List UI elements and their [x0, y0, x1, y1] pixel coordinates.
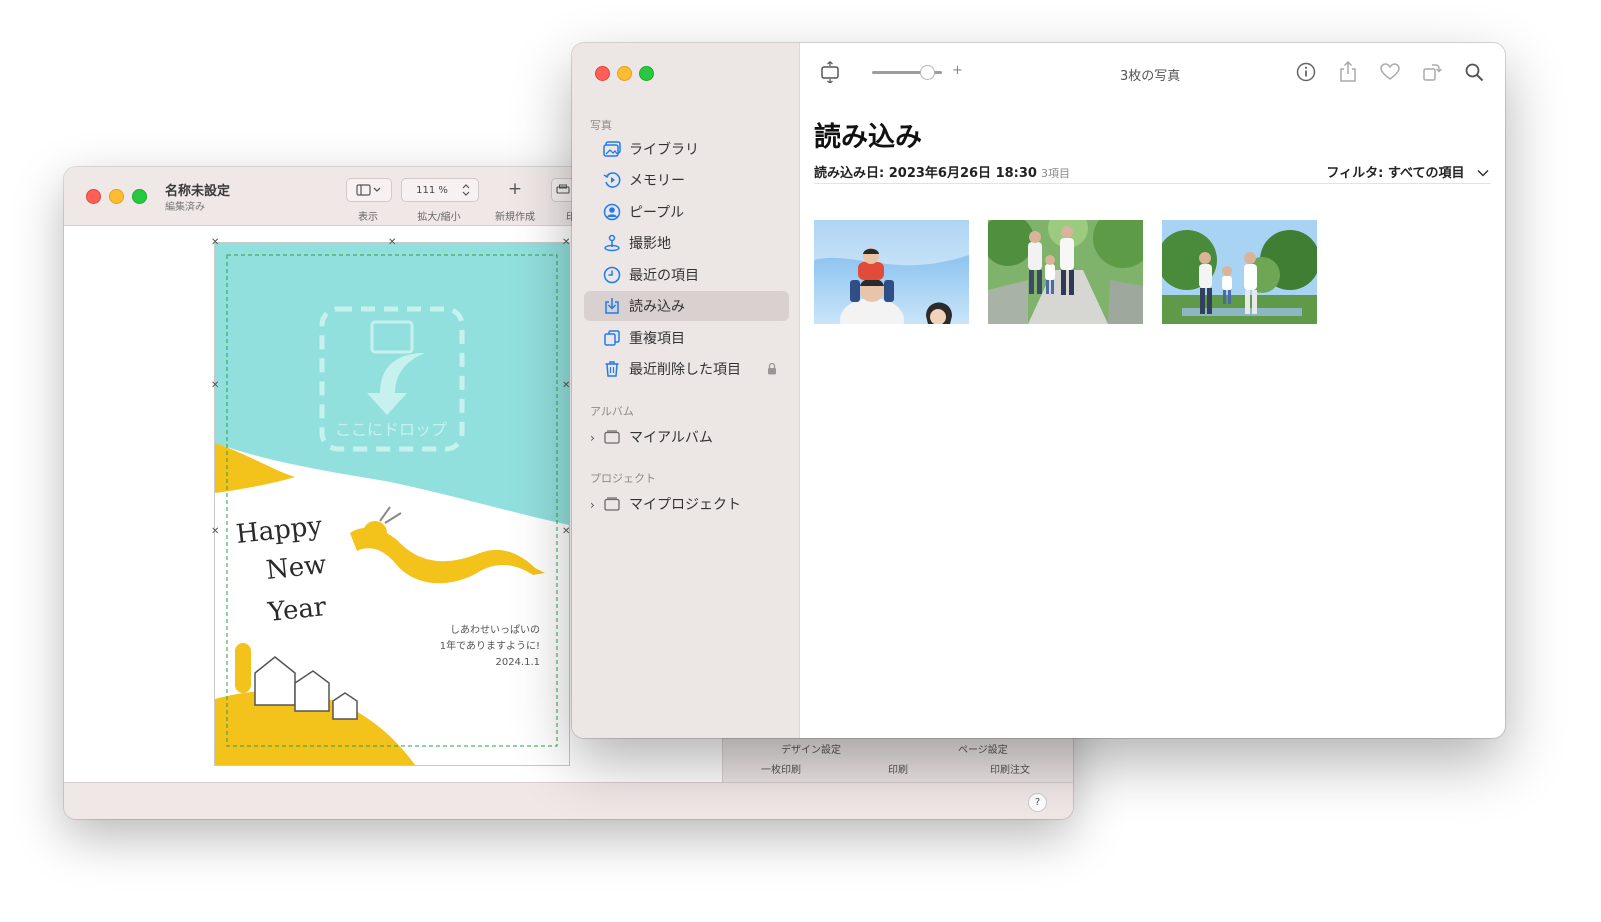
places-icon [603, 234, 621, 252]
page-title: 読み込み [814, 122, 922, 153]
zoom-window-button[interactable] [639, 66, 654, 81]
search-icon[interactable] [1463, 61, 1485, 83]
sidebar-item-duplicates[interactable]: 重複項目 [584, 323, 789, 353]
item-count: 3項目 [1040, 167, 1070, 180]
message-line-2: 1年でありますように! [440, 639, 540, 652]
photos-sidebar: 写真 ライブラリ メモリー ピープル 撮影地 最近の項目 読み込み 重複項目 最… [572, 43, 800, 738]
sidebar-item-label: ライブラリ [629, 142, 699, 158]
resize-handle[interactable]: ✕ [562, 381, 570, 391]
recents-icon [603, 266, 621, 284]
resize-handle[interactable]: ✕ [211, 238, 219, 248]
design-settings-button[interactable]: デザイン設定 [781, 741, 841, 756]
view-button[interactable] [346, 178, 392, 202]
print-button-panel[interactable]: 印刷 [888, 761, 908, 776]
import-date: 読み込み日: 2023年6月26日 18:30 [814, 166, 1037, 181]
aspect-toggle-icon[interactable] [819, 61, 841, 83]
sidebar-item-label: 読み込み [629, 299, 685, 315]
greeting-year: Year [266, 592, 329, 628]
sidebar-item-places[interactable]: 撮影地 [584, 228, 789, 258]
people-icon [603, 203, 621, 221]
page-settings-button[interactable]: ページ設定 [958, 741, 1008, 756]
sidebar-section-projects: プロジェクト [590, 472, 656, 485]
action-panel: デザイン設定 ページ設定 一枚印刷 印刷 印刷注文 [722, 736, 1073, 783]
rotate-icon[interactable] [1421, 61, 1443, 83]
zoom-stepper[interactable]: 111 % [401, 178, 479, 202]
sidebar-item-label: マイアルバム [629, 430, 713, 446]
close-window-button[interactable] [595, 66, 610, 81]
share-icon[interactable] [1337, 61, 1359, 83]
heart-icon[interactable] [1379, 61, 1401, 83]
photos-content: + 3枚の写真 読み込み 読み込み日: 2023年6月26日 18:30 3項目 … [800, 43, 1505, 738]
resize-handle[interactable]: ✕ [562, 238, 570, 248]
new-label: 新規作成 [495, 212, 535, 223]
photo-thumbnail[interactable] [814, 220, 969, 324]
close-window-button[interactable] [86, 189, 101, 204]
sidebar-item-library[interactable]: ライブラリ [584, 134, 789, 164]
folder-icon [603, 428, 621, 446]
sidebar-item-label: マイプロジェクト [629, 497, 741, 513]
sidebar-item-label: メモリー [629, 173, 685, 189]
print-order-button[interactable]: 印刷注文 [990, 761, 1030, 776]
duplicates-icon [603, 329, 621, 347]
library-icon [603, 140, 621, 158]
minimize-window-button[interactable] [109, 189, 124, 204]
info-icon[interactable] [1295, 61, 1317, 83]
print-single-button[interactable]: 一枚印刷 [761, 761, 801, 776]
help-button[interactable]: ? [1028, 793, 1047, 812]
window-title: 3枚の写真 [1120, 69, 1181, 84]
trash-icon [603, 360, 621, 378]
sidebar-item-my-albums[interactable]: マイアルバム [584, 422, 789, 452]
card-artwork: ここにドロップ Happy New Year しあわせいっぱいの 1年であります… [215, 243, 569, 765]
photos-window: 写真 ライブラリ メモリー ピープル 撮影地 最近の項目 読み込み 重複項目 最… [572, 43, 1505, 738]
photo-thumbnail[interactable] [988, 220, 1143, 324]
zoom-in-icon[interactable]: + [952, 63, 963, 78]
zoom-slider-thumb[interactable] [920, 65, 935, 80]
drop-text: ここにドロップ [335, 420, 447, 439]
new-year-card[interactable]: ここにドロップ Happy New Year しあわせいっぱいの 1年であります… [215, 243, 569, 765]
sidebar-item-imports[interactable]: 読み込み [584, 291, 789, 321]
zoom-window-button[interactable] [132, 189, 147, 204]
sidebar-section-photos: 写真 [590, 119, 612, 132]
memories-icon [603, 171, 621, 189]
sidebar-toggle-icon [356, 184, 381, 196]
sidebar-item-memories[interactable]: メモリー [584, 165, 789, 195]
resize-handle[interactable]: ✕ [388, 238, 396, 248]
stepper-arrows-icon [462, 184, 470, 196]
sidebar-item-people[interactable]: ピープル [584, 197, 789, 227]
editor-status-bar: ? [64, 782, 1073, 819]
sidebar-item-label: 重複項目 [629, 331, 685, 347]
sidebar-section-albums: アルバム [590, 405, 634, 418]
sidebar-item-label: 最近削除した項目 [629, 362, 741, 378]
filter-label: フィルタ: すべての項目 [1326, 166, 1465, 181]
sidebar-item-recently-deleted[interactable]: 最近削除した項目 [584, 354, 789, 384]
photo-thumbnail[interactable] [1162, 220, 1317, 324]
filter-dropdown[interactable]: フィルタ: すべての項目 [1326, 162, 1489, 181]
resize-handle[interactable]: ✕ [211, 381, 219, 391]
new-button[interactable]: + [494, 178, 536, 200]
chevron-down-icon [1477, 169, 1489, 177]
folder-icon [603, 495, 621, 513]
message-line-3: 2024.1.1 [495, 657, 540, 668]
document-title: 名称未設定 [165, 184, 231, 199]
minimize-window-button[interactable] [617, 66, 632, 81]
document-status: 編集済み [165, 202, 205, 213]
sidebar-item-label: ピープル [629, 205, 685, 221]
view-label: 表示 [358, 212, 378, 223]
resize-handle[interactable]: ✕ [562, 527, 570, 537]
zoom-label: 拡大/縮小 [417, 212, 461, 223]
sidebar-item-recents[interactable]: 最近の項目 [584, 260, 789, 290]
imports-icon [603, 297, 621, 315]
zoom-value: 111 % [416, 184, 448, 196]
greeting-new: New [265, 550, 328, 586]
resize-handle[interactable]: ✕ [211, 527, 219, 537]
printer-icon [556, 184, 570, 194]
lock-icon [767, 362, 777, 379]
header-divider [814, 183, 1491, 184]
tree-illustration [235, 643, 251, 693]
message-line-1: しあわせいっぱいの [450, 624, 540, 636]
sidebar-item-label: 最近の項目 [629, 268, 699, 284]
sidebar-item-label: 撮影地 [629, 236, 671, 252]
sidebar-item-my-projects[interactable]: マイプロジェクト [584, 489, 789, 519]
import-info: 読み込み日: 2023年6月26日 18:30 3項目 [814, 162, 1070, 181]
